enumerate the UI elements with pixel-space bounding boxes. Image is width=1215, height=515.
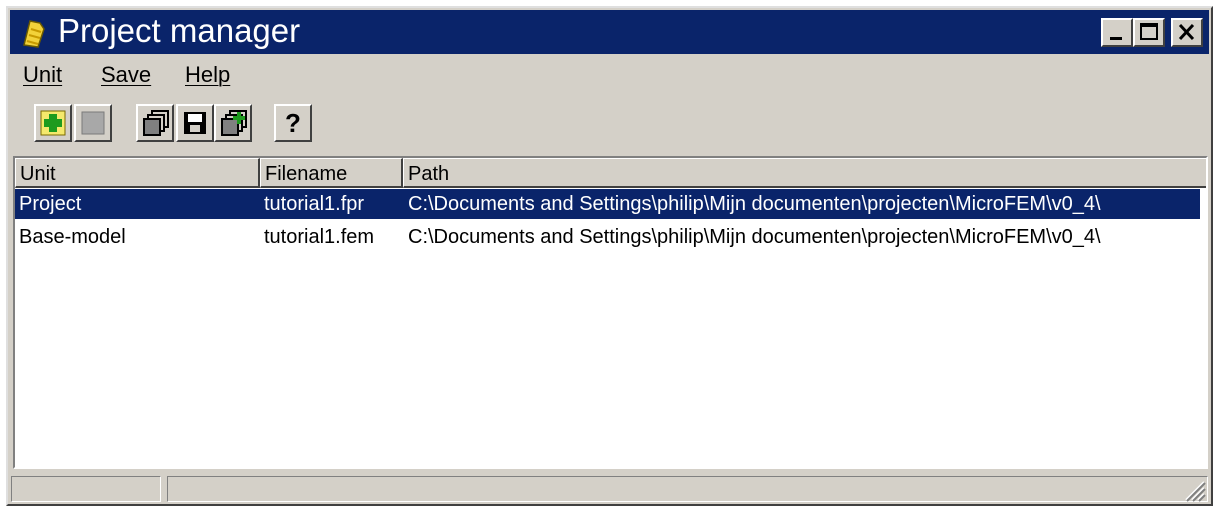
status-bar (11, 474, 1208, 504)
menu-bar: Unit Save Help (10, 56, 1209, 96)
resize-grip-icon[interactable] (1182, 478, 1206, 502)
status-panel-1 (11, 476, 161, 502)
maximize-icon (1140, 23, 1158, 40)
disabled-unit-icon (81, 111, 105, 135)
add-unit-button[interactable] (34, 104, 72, 142)
toolbar: ? (10, 98, 1209, 156)
close-icon (1178, 23, 1195, 41)
title-bar[interactable]: Project manager (10, 10, 1209, 54)
table-header: Unit Filename Path (15, 158, 1206, 188)
cell-filename: tutorial1.fem (264, 226, 375, 248)
units-table[interactable]: Unit Filename Path Project tutorial1.fpr… (13, 156, 1208, 469)
status-panel-2 (167, 476, 1208, 502)
save-button[interactable] (176, 104, 214, 142)
help-button[interactable]: ? (274, 104, 312, 142)
open-copies-icon (143, 110, 169, 136)
cell-path: C:\Documents and Settings\philip\Mijn do… (408, 193, 1101, 215)
add-copy-icon (221, 110, 247, 136)
column-header-unit[interactable]: Unit (15, 158, 260, 188)
add-copy-button[interactable] (214, 104, 252, 142)
cell-unit: Base-model (19, 226, 126, 248)
table-row[interactable]: Base-model tutorial1.fem C:\Documents an… (15, 222, 1200, 252)
cell-unit: Project (19, 193, 82, 215)
minimize-button[interactable] (1101, 18, 1133, 47)
menu-help[interactable]: Help (185, 62, 230, 88)
window-title: Project manager (58, 12, 301, 49)
column-header-path[interactable]: Path (403, 158, 1206, 188)
close-button[interactable] (1171, 18, 1203, 47)
disabled-unit-button[interactable] (74, 104, 112, 142)
minimize-icon (1110, 37, 1122, 40)
help-question-icon: ? (285, 108, 301, 138)
cell-path: C:\Documents and Settings\philip\Mijn do… (408, 226, 1101, 248)
table-row[interactable]: Project tutorial1.fpr C:\Documents and S… (15, 189, 1200, 219)
column-header-filename[interactable]: Filename (260, 158, 403, 188)
maximize-button[interactable] (1133, 18, 1165, 47)
cell-filename: tutorial1.fpr (264, 193, 365, 215)
open-copies-button[interactable] (136, 104, 174, 142)
app-icon (23, 20, 45, 48)
menu-unit[interactable]: Unit (23, 62, 62, 88)
project-manager-window: Project manager Unit Save Help ? Unit Fi… (6, 6, 1213, 506)
menu-save[interactable]: Save (101, 62, 151, 88)
add-unit-icon (40, 110, 66, 136)
save-disk-icon (184, 112, 206, 134)
